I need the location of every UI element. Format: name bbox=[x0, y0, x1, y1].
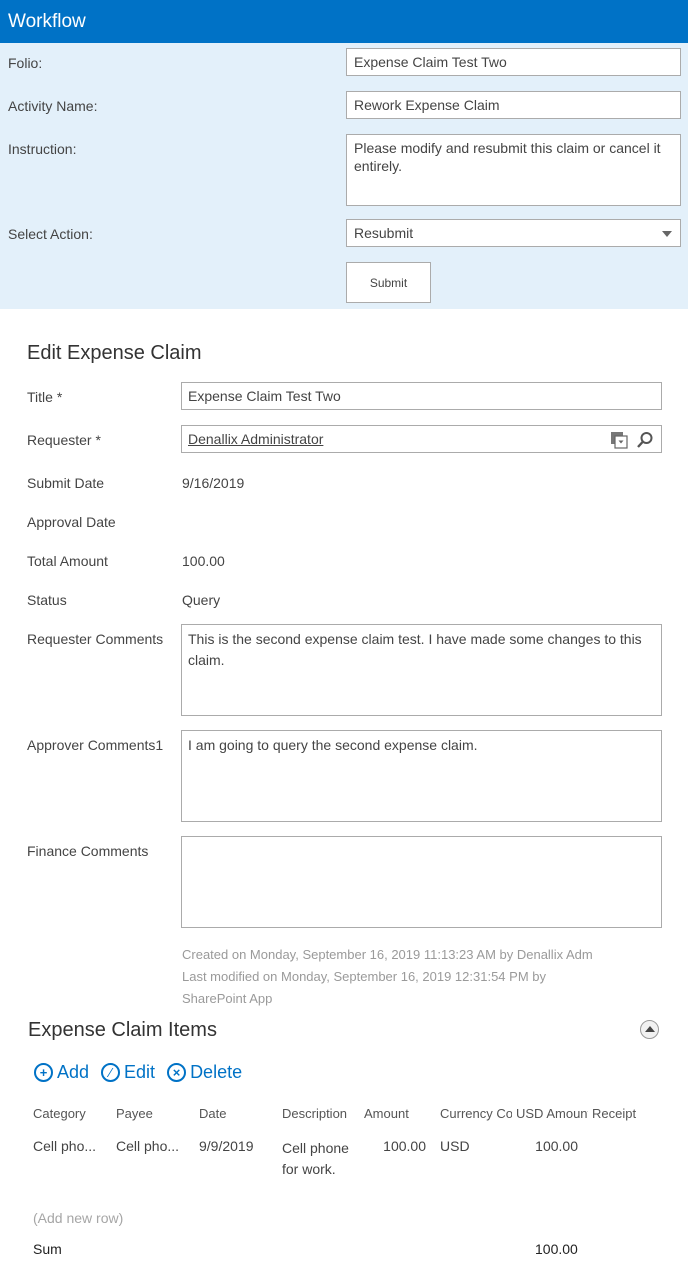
items-title: Expense Claim Items bbox=[28, 1019, 217, 1041]
cell-payee: Cell pho... bbox=[116, 1138, 180, 1154]
cell-usd-amount: 100.00 bbox=[535, 1138, 578, 1154]
folio-label: Folio: bbox=[8, 55, 43, 71]
finance-comments-label: Finance Comments bbox=[27, 843, 149, 859]
edit-button[interactable]: ∕ Edit bbox=[101, 1062, 155, 1083]
title-label: Title * bbox=[27, 389, 63, 405]
activity-name-label: Activity Name: bbox=[8, 98, 98, 114]
column-header-description[interactable]: Description bbox=[282, 1106, 360, 1121]
select-action-value: Resubmit bbox=[354, 225, 414, 241]
submit-date-value: 9/16/2019 bbox=[182, 475, 245, 491]
requester-comments-field[interactable]: This is the second expense claim test. I… bbox=[181, 624, 662, 716]
status-value: Query bbox=[182, 592, 221, 608]
add-label: Add bbox=[57, 1062, 90, 1082]
instruction-field[interactable]: Please modify and resubmit this claim or… bbox=[346, 134, 681, 206]
requester-label: Requester * bbox=[27, 432, 101, 448]
column-header-payee[interactable]: Payee bbox=[116, 1106, 196, 1121]
add-new-row-link[interactable]: (Add new row) bbox=[33, 1210, 123, 1226]
modified-by: SharePoint App bbox=[182, 991, 273, 1006]
items-toolbar: + Add ∕ Edit × Delete bbox=[34, 1062, 242, 1083]
requester-field[interactable]: Denallix Administrator bbox=[181, 425, 662, 453]
sum-value: 100.00 bbox=[535, 1241, 578, 1257]
activity-name-field[interactable]: Rework Expense Claim bbox=[346, 91, 681, 119]
approver-comments-label: Approver Comments1 bbox=[27, 737, 164, 753]
finance-comments-field[interactable] bbox=[181, 836, 662, 928]
submit-date-label: Submit Date bbox=[27, 475, 105, 491]
column-header-amount[interactable]: Amount bbox=[364, 1106, 436, 1121]
title-field[interactable]: Expense Claim Test Two bbox=[181, 382, 662, 410]
workflow-header: Workflow bbox=[0, 0, 688, 43]
delete-label: Delete bbox=[190, 1062, 243, 1082]
column-header-usd-amount[interactable]: USD Amount bbox=[516, 1106, 588, 1121]
plus-circle-icon: + bbox=[34, 1063, 53, 1082]
cell-amount: 100.00 bbox=[383, 1138, 426, 1154]
instruction-label: Instruction: bbox=[8, 141, 77, 157]
select-action-dropdown[interactable]: Resubmit bbox=[346, 219, 681, 247]
folio-field[interactable]: Expense Claim Test Two bbox=[346, 48, 681, 76]
select-action-label: Select Action: bbox=[8, 226, 93, 242]
created-info: Created on Monday, September 16, 2019 11… bbox=[182, 947, 593, 962]
submit-button[interactable]: Submit bbox=[346, 262, 431, 303]
total-amount-label: Total Amount bbox=[27, 553, 108, 569]
modified-info: Last modified on Monday, September 16, 2… bbox=[182, 969, 546, 984]
approval-date-label: Approval Date bbox=[27, 514, 116, 530]
search-icon[interactable] bbox=[636, 431, 654, 449]
column-header-currency[interactable]: Currency Co bbox=[440, 1106, 512, 1121]
edit-label: Edit bbox=[124, 1062, 156, 1082]
cell-currency: USD bbox=[440, 1138, 470, 1154]
requester-comments-label: Requester Comments bbox=[27, 631, 164, 647]
column-header-category[interactable]: Category bbox=[33, 1106, 113, 1121]
status-label: Status bbox=[27, 592, 67, 608]
approver-comments-field[interactable]: I am going to query the second expense c… bbox=[181, 730, 662, 822]
cell-date: 9/9/2019 bbox=[199, 1138, 254, 1154]
delete-button[interactable]: × Delete bbox=[167, 1062, 242, 1083]
workflow-panel: Folio: Expense Claim Test Two Activity N… bbox=[0, 43, 688, 309]
add-button[interactable]: + Add bbox=[34, 1062, 89, 1083]
pencil-circle-icon: ∕ bbox=[101, 1063, 121, 1082]
total-amount-value: 100.00 bbox=[182, 553, 225, 569]
cell-category: Cell pho... bbox=[33, 1138, 97, 1154]
chevron-down-icon bbox=[662, 231, 672, 237]
collapse-icon[interactable] bbox=[640, 1020, 659, 1039]
x-circle-icon: × bbox=[167, 1063, 187, 1082]
requester-value[interactable]: Denallix Administrator bbox=[188, 431, 323, 447]
address-book-icon[interactable] bbox=[610, 431, 628, 449]
form-title: Edit Expense Claim bbox=[27, 342, 202, 364]
column-header-date[interactable]: Date bbox=[199, 1106, 279, 1121]
cell-description: Cell phone for work. bbox=[282, 1140, 349, 1177]
sum-label: Sum bbox=[33, 1241, 62, 1257]
column-header-receipt[interactable]: Receipt bbox=[592, 1106, 672, 1121]
